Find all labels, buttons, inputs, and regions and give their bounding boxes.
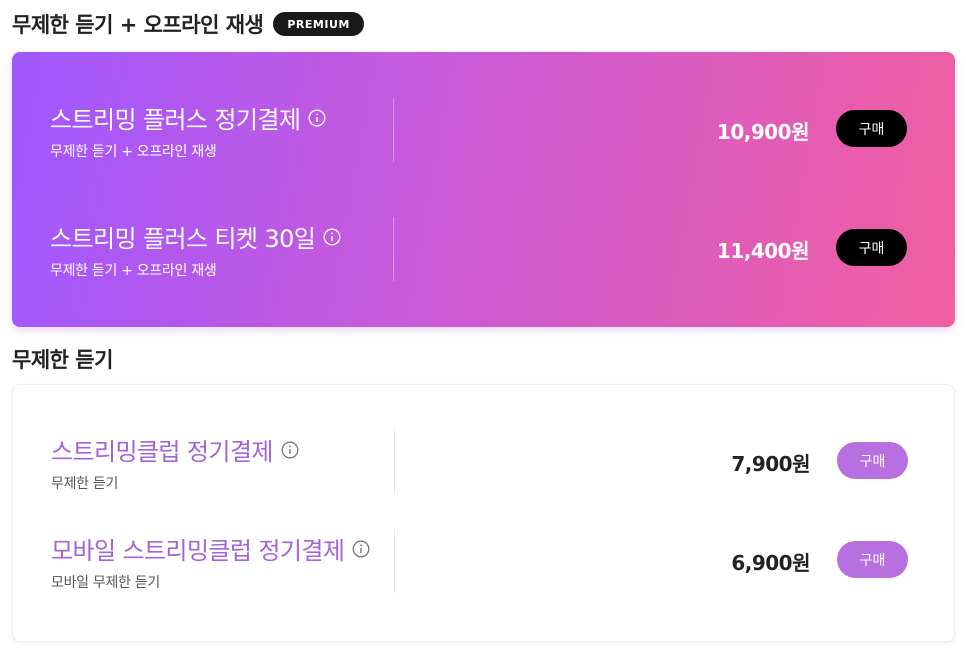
- product-price: 10,900원: [716, 120, 810, 144]
- row-divider: [394, 430, 395, 494]
- product-name: 스트리밍클럽 정기결제: [51, 432, 299, 467]
- info-icon[interactable]: [308, 109, 326, 127]
- product-description: 무제한 듣기 + 오프라인 재생: [50, 144, 217, 160]
- product-row-streaming-plus-ticket-30: 스트리밍 플러스 티켓 30일 무제한 듣기 + 오프라인 재생 11,400원…: [12, 217, 955, 283]
- basic-products-card: 스트리밍클럽 정기결제 무제한 듣기 7,900원 구매 모바일 스트리밍클럽 …: [12, 384, 955, 642]
- product-row-streaming-plus-subscription: 스트리밍 플러스 정기결제 무제한 듣기 + 오프라인 재생 10,900원 구…: [12, 98, 955, 164]
- product-description: 모바일 무제한 듣기: [51, 575, 160, 591]
- premium-section-title: 무제한 듣기 + 오프라인 재생 PREMIUM: [12, 10, 364, 38]
- product-name-text: 스트리밍클럽 정기결제: [51, 438, 273, 466]
- product-name-text: 스트리밍 플러스 정기결제: [50, 106, 301, 134]
- product-name: 모바일 스트리밍클럽 정기결제: [51, 531, 370, 566]
- product-name: 스트리밍 플러스 정기결제: [50, 100, 326, 135]
- row-divider: [393, 98, 394, 162]
- buy-button[interactable]: 구매: [837, 541, 908, 578]
- product-price: 6,900원: [731, 551, 810, 575]
- info-icon[interactable]: [281, 441, 299, 459]
- premium-products-card: 스트리밍 플러스 정기결제 무제한 듣기 + 오프라인 재생 10,900원 구…: [12, 52, 955, 327]
- product-description: 무제한 듣기 + 오프라인 재생: [50, 263, 217, 279]
- product-name: 스트리밍 플러스 티켓 30일: [50, 219, 341, 254]
- premium-badge: PREMIUM: [273, 12, 364, 36]
- row-divider: [394, 529, 395, 593]
- buy-button[interactable]: 구매: [836, 110, 907, 147]
- info-icon[interactable]: [323, 228, 341, 246]
- pricing-page: 무제한 듣기 + 오프라인 재생 PREMIUM 스트리밍 플러스 정기결제 무…: [0, 0, 966, 657]
- basic-section-title: 무제한 듣기: [12, 345, 113, 373]
- product-price: 11,400원: [716, 239, 810, 263]
- buy-button[interactable]: 구매: [836, 229, 907, 266]
- product-row-mobile-streaming-club-subscription: 모바일 스트리밍클럽 정기결제 모바일 무제한 듣기 6,900원 구매: [13, 529, 956, 595]
- product-name-text: 모바일 스트리밍클럽 정기결제: [51, 537, 345, 565]
- buy-button[interactable]: 구매: [837, 442, 908, 479]
- product-price: 7,900원: [731, 452, 810, 476]
- product-name-text: 스트리밍 플러스 티켓 30일: [50, 225, 316, 253]
- info-icon[interactable]: [352, 540, 370, 558]
- product-description: 무제한 듣기: [51, 476, 119, 492]
- basic-section-title-text: 무제한 듣기: [12, 348, 113, 372]
- product-row-streaming-club-subscription: 스트리밍클럽 정기결제 무제한 듣기 7,900원 구매: [13, 430, 956, 496]
- premium-section-title-text: 무제한 듣기 + 오프라인 재생: [12, 13, 264, 37]
- row-divider: [393, 217, 394, 281]
